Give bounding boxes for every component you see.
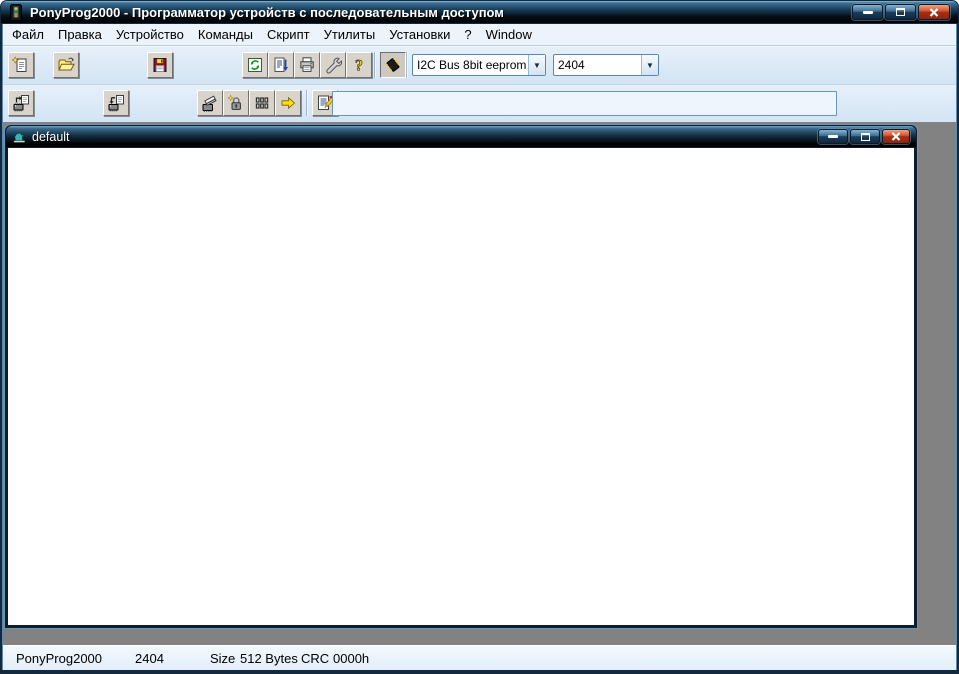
save-file-icon (153, 58, 167, 72)
setup-button[interactable] (320, 52, 346, 78)
mdi-workspace: default (3, 122, 956, 645)
open-file-icon (58, 57, 75, 71)
close-button[interactable] (918, 4, 950, 20)
main-toolbar: ? I2C Bus 8bit eeprom ▼ 2404 ▼ (3, 46, 956, 84)
window-frame-edge (956, 24, 957, 670)
menu-device[interactable]: Устройство (109, 25, 191, 44)
help-icon: ? (355, 57, 364, 75)
statusbar: PonyProg2000 2404 Size 512 Bytes CRC 000… (3, 645, 956, 670)
lock-icon (227, 94, 241, 110)
window-titlebar[interactable]: PonyProg2000 - Программатор устройств с … (1, 1, 958, 23)
run-icon (281, 96, 296, 110)
save-file-button[interactable] (147, 52, 173, 78)
chevron-down-icon[interactable]: ▼ (641, 55, 658, 75)
script-icon (274, 57, 288, 72)
print-icon (300, 57, 314, 72)
new-file-button[interactable] (8, 52, 34, 78)
menu-commands[interactable]: Команды (191, 25, 260, 44)
toolbar-separator (406, 52, 408, 78)
maximize-icon (896, 8, 905, 16)
menu-window[interactable]: Window (479, 25, 539, 44)
pony-icon (12, 130, 27, 144)
window-title: PonyProg2000 - Программатор устройств с … (30, 4, 504, 20)
menu-utilities[interactable]: Утилиты (317, 25, 383, 44)
window-frame-edge (2, 24, 3, 670)
close-icon (891, 132, 901, 141)
minimize-button[interactable] (852, 4, 883, 20)
minimize-icon (862, 10, 873, 14)
security-bits-icon (255, 97, 269, 109)
menubar: Файл Правка Устройство Команды Скрипт Ут… (3, 24, 956, 46)
maximize-button[interactable] (885, 4, 916, 20)
statusbar-size-value: 512 Bytes (240, 651, 298, 666)
minimize-icon (828, 135, 838, 138)
erase-device-button[interactable] (197, 90, 223, 116)
read-device-icon (13, 95, 29, 112)
statusbar-crc-value: 0000h (333, 651, 370, 666)
buffer-window-title: default (32, 129, 70, 144)
device-type-value: 2404 (558, 58, 585, 72)
menu-options[interactable]: Установки (382, 25, 457, 44)
erase-device-icon (202, 95, 217, 112)
lock-bits-button[interactable] (223, 90, 249, 116)
statusbar-app-name: PonyProg2000 (16, 651, 103, 666)
run-program-button[interactable] (275, 90, 301, 116)
sprog-chip-icon (385, 58, 400, 72)
security-bits-button[interactable] (249, 90, 275, 116)
device-family-value: I2C Bus 8bit eeprom (417, 58, 527, 72)
buffer-edit-area[interactable] (8, 148, 914, 625)
menu-edit[interactable]: Правка (51, 25, 109, 44)
buffer-window: default (4, 124, 918, 629)
help-button[interactable]: ? (346, 52, 372, 78)
close-icon (929, 7, 939, 17)
menu-help[interactable]: ? (457, 25, 478, 44)
statusbar-crc-label: CRC (301, 651, 330, 666)
statusbar-device: 2404 (135, 651, 164, 666)
device-family-select[interactable]: I2C Bus 8bit eeprom ▼ (412, 54, 546, 76)
setup-icon (326, 57, 342, 74)
write-device-button[interactable] (103, 90, 129, 116)
note-input[interactable] (332, 91, 837, 116)
buffer-maximize-button[interactable] (850, 129, 880, 144)
new-file-icon (12, 56, 27, 72)
chevron-down-icon[interactable]: ▼ (528, 55, 545, 75)
command-toolbar (3, 84, 956, 122)
print-button[interactable] (294, 52, 320, 78)
svg-text:?: ? (355, 58, 363, 75)
buffer-window-controls (818, 129, 910, 144)
open-file-button[interactable] (53, 52, 79, 78)
hardware-chip-button[interactable] (380, 52, 406, 78)
write-device-icon (108, 95, 124, 112)
app-icon (8, 3, 24, 21)
buffer-window-titlebar[interactable]: default (6, 126, 916, 147)
main-window: PonyProg2000 - Программатор устройств с … (0, 0, 959, 674)
script-button[interactable] (268, 52, 294, 78)
reload-button[interactable] (242, 52, 268, 78)
buffer-close-button[interactable] (882, 129, 910, 144)
toolbar-separator (374, 52, 376, 78)
menu-script[interactable]: Скрипт (260, 25, 317, 44)
maximize-icon (860, 132, 870, 141)
statusbar-size-label: Size (210, 651, 236, 666)
read-device-button[interactable] (8, 90, 34, 116)
reload-icon (248, 58, 262, 72)
device-type-select[interactable]: 2404 ▼ (553, 54, 659, 76)
buffer-minimize-button[interactable] (818, 129, 848, 144)
window-controls (852, 4, 950, 20)
menu-file[interactable]: Файл (5, 25, 51, 44)
toolbar-separator (306, 90, 308, 116)
